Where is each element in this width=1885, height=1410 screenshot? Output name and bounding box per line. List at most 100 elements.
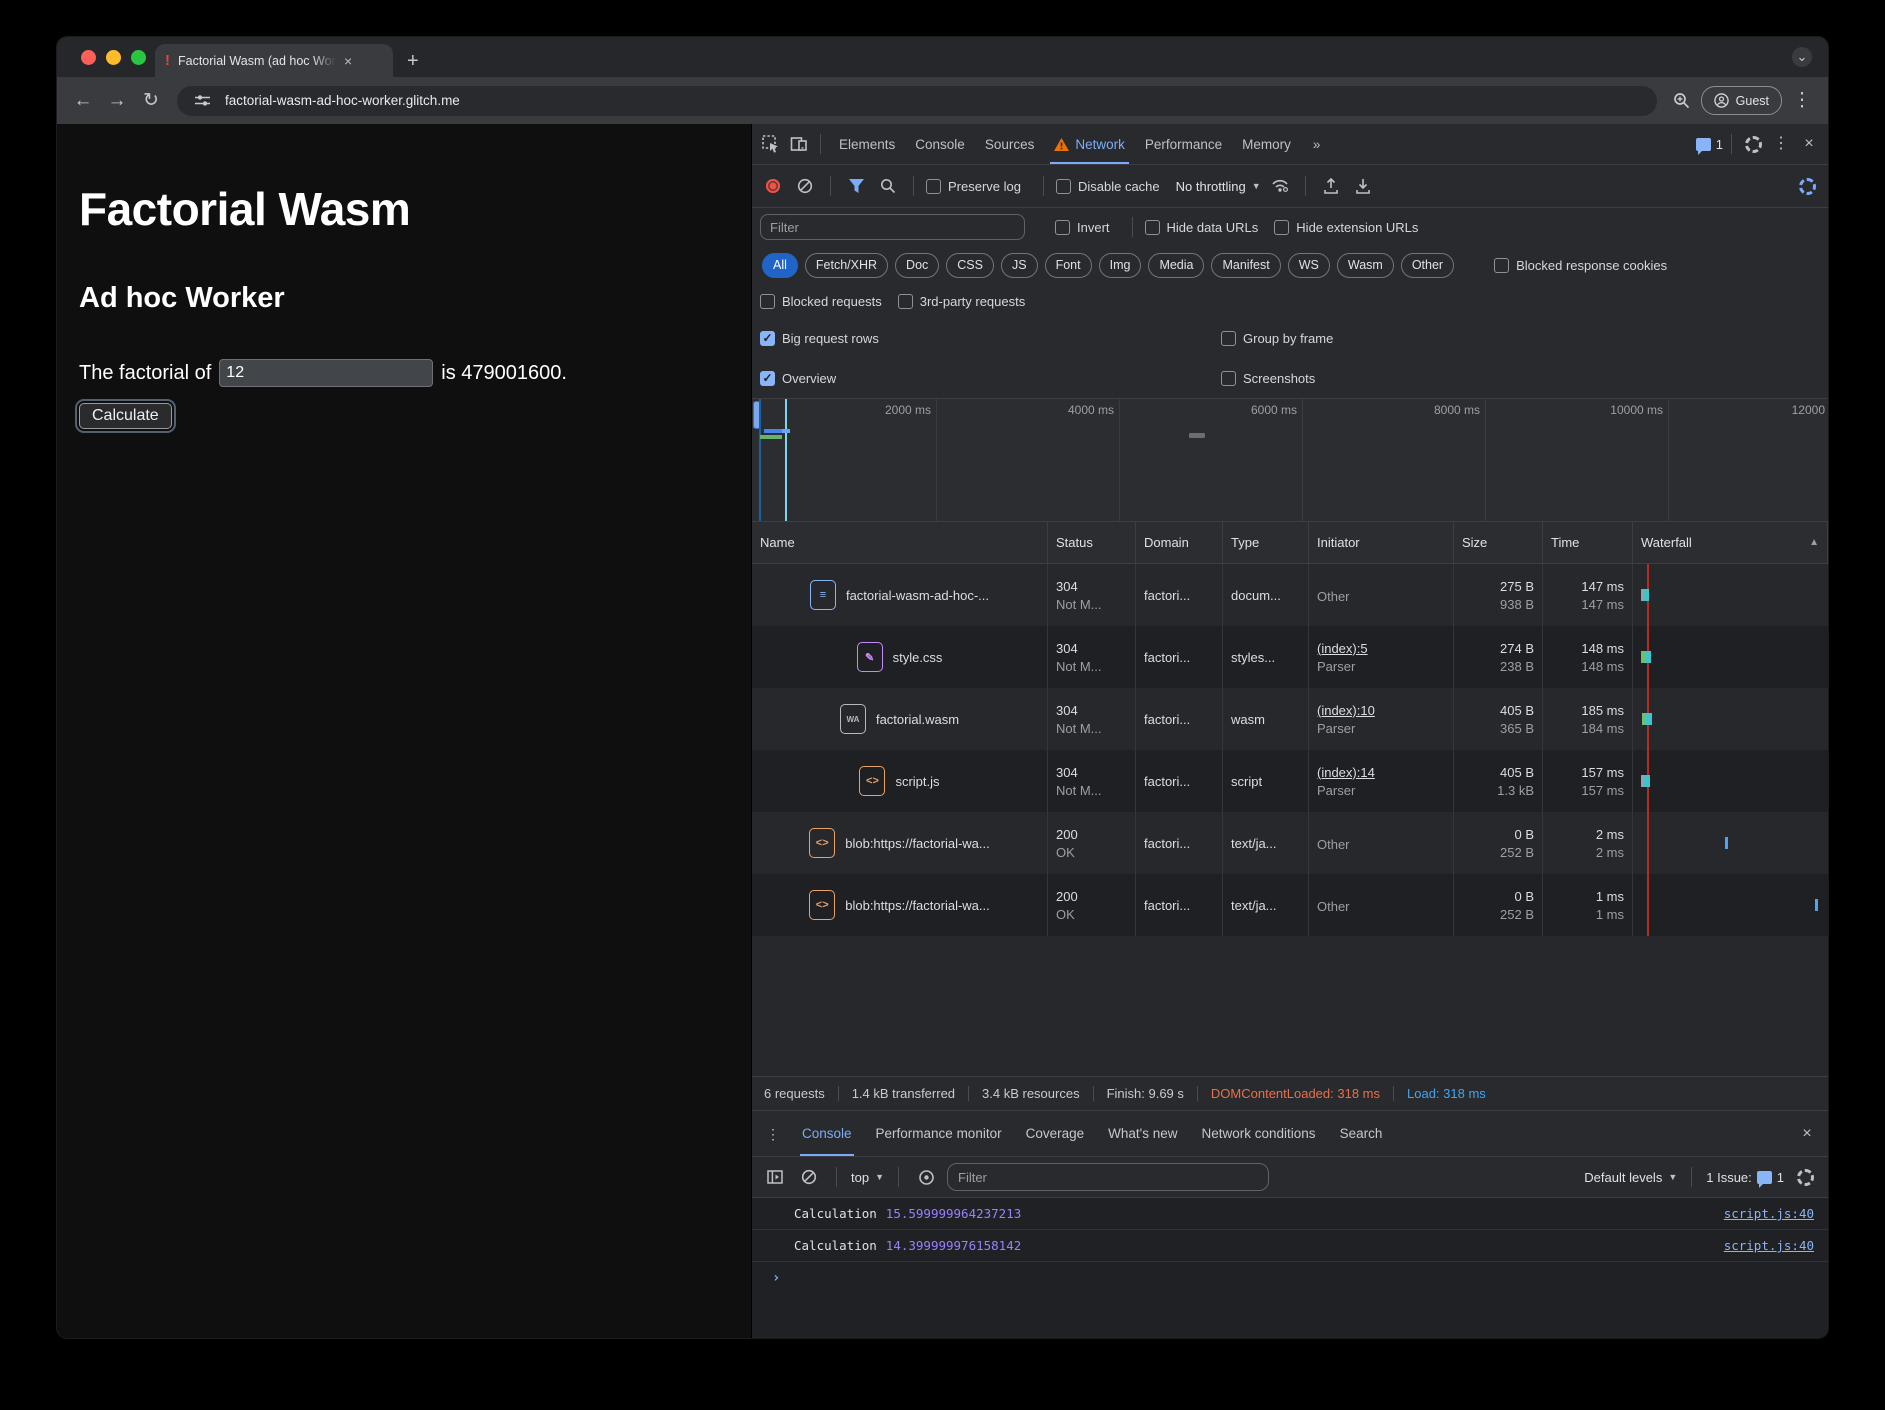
zoom-icon[interactable] — [1669, 88, 1695, 114]
tab-sources[interactable]: Sources — [975, 124, 1045, 164]
blocked-response-cookies-checkbox[interactable]: Blocked response cookies — [1494, 258, 1667, 273]
filter-chip-media[interactable]: Media — [1148, 253, 1204, 278]
drawer-tab-performance-monitor[interactable]: Performance monitor — [864, 1111, 1014, 1156]
filter-chip-font[interactable]: Font — [1045, 253, 1092, 278]
back-button[interactable]: ← — [69, 90, 97, 112]
column-header-initiator[interactable]: Initiator — [1309, 522, 1454, 563]
table-row[interactable]: ✎style.css304Not M...factori...styles...… — [752, 626, 1828, 688]
console-source-link[interactable]: script.js:40 — [1724, 1238, 1814, 1253]
maximize-window-button[interactable] — [131, 50, 146, 65]
profile-button[interactable]: Guest — [1701, 86, 1782, 115]
tab-close-icon[interactable]: × — [344, 54, 352, 68]
console-issues-counter[interactable]: 1 Issue: 1 — [1706, 1170, 1784, 1185]
live-expression-eye-icon[interactable] — [913, 1164, 939, 1190]
initiator-link[interactable]: (index):5 — [1317, 641, 1445, 656]
column-header-status[interactable]: Status — [1048, 522, 1136, 563]
console-sidebar-icon[interactable] — [762, 1164, 788, 1190]
filter-chip-manifest[interactable]: Manifest — [1211, 253, 1280, 278]
network-overview-timeline[interactable]: 2000 ms4000 ms6000 ms8000 ms10000 ms1200… — [752, 398, 1828, 522]
initiator-link[interactable]: (index):14 — [1317, 765, 1445, 780]
filter-chip-wasm[interactable]: Wasm — [1337, 253, 1394, 278]
clear-network-log-icon[interactable] — [792, 173, 818, 199]
filter-chip-ws[interactable]: WS — [1288, 253, 1330, 278]
initiator-link[interactable]: (index):10 — [1317, 703, 1445, 718]
table-row[interactable]: <>script.js304Not M...factori...script(i… — [752, 750, 1828, 812]
drawer-tab-coverage[interactable]: Coverage — [1014, 1111, 1097, 1156]
drawer-close-icon[interactable]: × — [1794, 1121, 1820, 1147]
devtools-close-icon[interactable]: × — [1796, 131, 1822, 157]
column-header-name[interactable]: Name — [752, 522, 1048, 563]
address-bar[interactable]: factorial-wasm-ad-hoc-worker.glitch.me — [177, 86, 1657, 116]
tab-network[interactable]: Network — [1044, 124, 1135, 164]
record-network-log-icon[interactable] — [760, 173, 786, 199]
hide-data-urls-checkbox[interactable]: Hide data URLs — [1145, 220, 1259, 235]
filter-icon[interactable] — [843, 173, 869, 199]
filter-chip-other[interactable]: Other — [1401, 253, 1454, 278]
table-row[interactable]: ≡factorial-wasm-ad-hoc-...304Not M...fac… — [752, 564, 1828, 626]
clear-console-icon[interactable] — [796, 1164, 822, 1190]
drawer-tab-network-conditions[interactable]: Network conditions — [1190, 1111, 1328, 1156]
console-filter-input[interactable] — [947, 1163, 1269, 1191]
network-filter-input[interactable] — [760, 214, 1025, 240]
tab-elements[interactable]: Elements — [829, 124, 905, 164]
new-tab-button[interactable]: + — [407, 51, 419, 71]
overview-checkbox[interactable]: ✓Overview — [760, 371, 836, 386]
filter-chip-js[interactable]: JS — [1001, 253, 1038, 278]
blocked-requests-checkbox[interactable]: Blocked requests — [760, 294, 882, 309]
third-party-requests-checkbox[interactable]: 3rd-party requests — [898, 294, 1026, 309]
sort-arrow-icon[interactable]: ▲ — [1809, 537, 1819, 548]
device-toolbar-icon[interactable] — [786, 131, 812, 157]
table-row[interactable]: <>blob:https://factorial-wa...200OKfacto… — [752, 812, 1828, 874]
more-tabs-button[interactable]: » — [1303, 124, 1331, 164]
export-har-icon[interactable] — [1350, 173, 1376, 199]
search-icon[interactable] — [875, 173, 901, 199]
filter-chip-all[interactable]: All — [762, 253, 798, 278]
console-settings-icon[interactable] — [1792, 1164, 1818, 1190]
console-source-link[interactable]: script.js:40 — [1724, 1206, 1814, 1221]
network-conditions-icon[interactable] — [1267, 173, 1293, 199]
inspect-element-icon[interactable] — [758, 131, 784, 157]
invert-checkbox[interactable]: Invert — [1055, 220, 1110, 235]
forward-button[interactable]: → — [103, 90, 131, 112]
issues-counter[interactable]: 1 — [1696, 137, 1723, 152]
filter-chip-fetchxhr[interactable]: Fetch/XHR — [805, 253, 888, 278]
screenshots-checkbox[interactable]: Screenshots — [1221, 371, 1315, 386]
site-settings-icon[interactable] — [189, 88, 215, 114]
devtools-settings-icon[interactable] — [1740, 131, 1766, 157]
tab-memory[interactable]: Memory — [1232, 124, 1301, 164]
devtools-menu-icon[interactable]: ⋮ — [1768, 131, 1794, 157]
preserve-log-checkbox[interactable]: Preserve log — [926, 179, 1021, 194]
drawer-tab-console[interactable]: Console — [790, 1111, 864, 1156]
close-window-button[interactable] — [81, 50, 96, 65]
log-levels-dropdown[interactable]: Default levels▼ — [1584, 1170, 1677, 1185]
column-header-type[interactable]: Type — [1223, 522, 1309, 563]
column-header-time[interactable]: Time — [1543, 522, 1633, 563]
big-request-rows-checkbox[interactable]: ✓Big request rows — [760, 331, 879, 346]
network-settings-icon[interactable] — [1794, 173, 1820, 199]
group-by-frame-checkbox[interactable]: Group by frame — [1221, 331, 1333, 346]
factorial-input[interactable] — [219, 359, 433, 387]
table-row[interactable]: <>blob:https://factorial-wa...200OKfacto… — [752, 874, 1828, 936]
import-har-icon[interactable] — [1318, 173, 1344, 199]
disable-cache-checkbox[interactable]: Disable cache — [1056, 179, 1160, 194]
minimize-window-button[interactable] — [106, 50, 121, 65]
tab-performance[interactable]: Performance — [1135, 124, 1232, 164]
column-header-size[interactable]: Size — [1454, 522, 1543, 563]
filter-chip-doc[interactable]: Doc — [895, 253, 939, 278]
filter-chip-css[interactable]: CSS — [946, 253, 994, 278]
drawer-tab-what-s-new[interactable]: What's new — [1096, 1111, 1189, 1156]
calculate-button[interactable]: Calculate — [79, 403, 172, 429]
drawer-tab-search[interactable]: Search — [1328, 1111, 1395, 1156]
drawer-menu-icon[interactable]: ⋮ — [760, 1121, 786, 1147]
column-header-waterfall[interactable]: Waterfall▲ — [1633, 522, 1828, 563]
console-prompt-chevron[interactable]: › — [752, 1262, 1828, 1286]
browser-menu-icon[interactable]: ⋮ — [1788, 89, 1816, 112]
filter-chip-img[interactable]: Img — [1099, 253, 1142, 278]
reload-button[interactable]: ↻ — [137, 89, 165, 112]
throttling-dropdown[interactable]: No throttling▼ — [1176, 179, 1261, 194]
hide-extension-urls-checkbox[interactable]: Hide extension URLs — [1274, 220, 1418, 235]
tab-search-button[interactable]: ⌄ — [1792, 47, 1812, 67]
column-header-domain[interactable]: Domain — [1136, 522, 1223, 563]
tab-console[interactable]: Console — [905, 124, 975, 164]
table-row[interactable]: WAfactorial.wasm304Not M...factori...was… — [752, 688, 1828, 750]
